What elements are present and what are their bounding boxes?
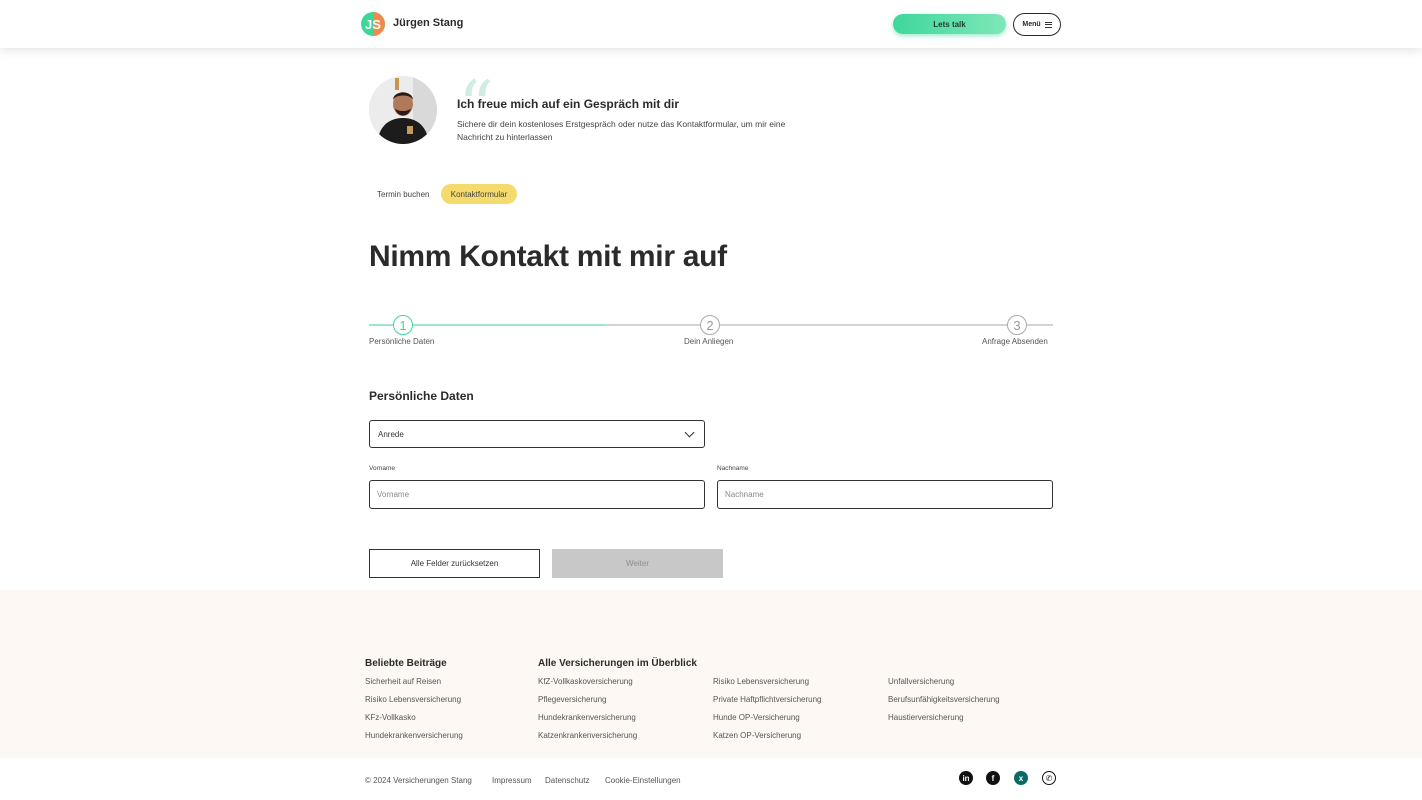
footer-col1-title: Beliebte Beiträge [365, 658, 447, 669]
form-section-title: Persönliche Daten [369, 389, 474, 403]
intro-title: Ich freue mich auf ein Gespräch mit dir [457, 97, 680, 111]
footer-link[interactable]: KfZ-Vollkaskoversicherung [538, 677, 633, 686]
reset-fields-button[interactable]: Alle Felder zurücksetzen [369, 549, 540, 578]
tab-kontaktformular[interactable]: Kontaktformular [441, 184, 517, 204]
stepper-track-line [605, 324, 1053, 326]
impressum-link[interactable]: Impressum [492, 776, 532, 785]
linkedin-icon[interactable]: in [959, 771, 973, 785]
step-1-label: Persönliche Daten [369, 337, 435, 346]
lets-talk-button[interactable]: Lets talk [893, 14, 1006, 34]
salutation-select[interactable]: Anrede [369, 420, 705, 448]
avatar [369, 76, 437, 144]
xing-icon[interactable]: x [1014, 771, 1028, 785]
hamburger-icon [1044, 21, 1052, 28]
lastname-label: Nachname [717, 465, 749, 472]
footer-link[interactable]: Hundekrankenversicherung [365, 731, 463, 740]
chevron-down-icon [684, 427, 695, 438]
datenschutz-link[interactable]: Datenschutz [545, 776, 589, 785]
site-header: JS Jürgen Stang Lets talk Menü [0, 0, 1422, 48]
footer-link[interactable]: Private Haftpflichtversicherung [713, 695, 822, 704]
footer-link[interactable]: Unfallversicherung [888, 677, 954, 686]
step-1-circle[interactable]: 1 [393, 315, 413, 335]
footer-link[interactable]: Pflegeversicherung [538, 695, 606, 704]
footer [0, 590, 1422, 758]
footer-link[interactable]: Risiko Lebensversicherung [713, 677, 809, 686]
copyright-text: © 2024 Versicherungen Stang [365, 776, 472, 785]
tab-termin-buchen[interactable]: Termin buchen [371, 184, 435, 204]
footer-link[interactable]: Haustierversicherung [888, 713, 964, 722]
menu-label: Menü [1022, 21, 1041, 28]
footer-link[interactable]: Katzenkrankenversicherung [538, 731, 637, 740]
step-2-label: Dein Anliegen [684, 337, 734, 346]
menu-button[interactable]: Menü [1013, 13, 1061, 36]
intro-text: Sichere dir dein kostenloses Erstgespräc… [457, 119, 786, 142]
footer-link[interactable]: Risiko Lebensversicherung [365, 695, 461, 704]
next-button[interactable]: Weiter [552, 549, 723, 578]
lastname-input[interactable]: Nachname [717, 480, 1053, 509]
firstname-label: Vorname [369, 465, 396, 472]
whatsapp-icon[interactable]: ✆ [1042, 771, 1056, 785]
footer-link[interactable]: Sicherheit auf Reisen [365, 677, 441, 686]
logo-icon[interactable]: JS [361, 12, 385, 36]
svg-text:JS: JS [365, 17, 381, 32]
footer-link[interactable]: Hundekrankenversicherung [538, 713, 636, 722]
footer-col2-title: Alle Versicherungen im Überblick [538, 658, 697, 669]
salutation-value: Anrede [378, 429, 404, 439]
footer-link[interactable]: Berufsunfähigkeitsversicherung [888, 695, 1000, 704]
page-title: Nimm Kontakt mit mir auf [369, 240, 727, 273]
firstname-input[interactable]: Vorname [369, 480, 705, 509]
footer-link[interactable]: KFz-Vollkasko [365, 713, 416, 722]
step-3-label: Anfrage Absenden [982, 337, 1048, 346]
step-2-circle[interactable]: 2 [700, 315, 720, 335]
step-3-circle[interactable]: 3 [1007, 315, 1027, 335]
footer-link[interactable]: Hunde OP-Versicherung [713, 713, 800, 722]
facebook-icon[interactable]: f [986, 771, 1000, 785]
footer-link[interactable]: Katzen OP-Versicherung [713, 731, 801, 740]
brand-name[interactable]: Jürgen Stang [393, 17, 463, 29]
cookie-settings-link[interactable]: Cookie-Einstellungen [605, 776, 681, 785]
